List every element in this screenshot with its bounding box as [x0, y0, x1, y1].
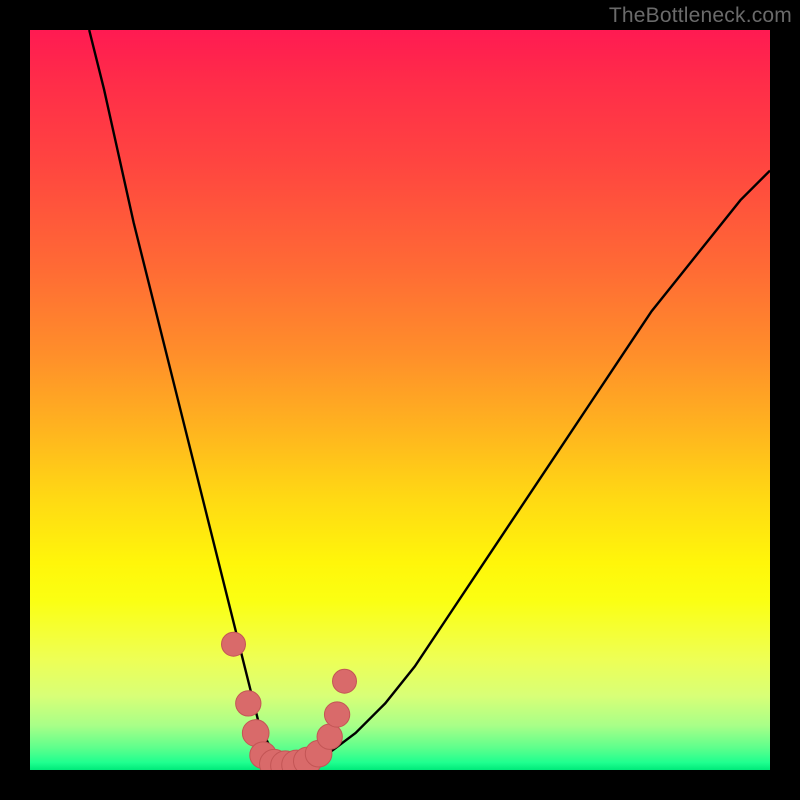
curve-svg — [30, 30, 770, 770]
curve-marker — [324, 702, 349, 727]
curve-marker — [222, 632, 246, 656]
curve-marker — [317, 724, 342, 749]
plot-area — [30, 30, 770, 770]
chart-frame: TheBottleneck.com — [0, 0, 800, 800]
watermark-text: TheBottleneck.com — [609, 4, 792, 28]
marker-group — [222, 632, 357, 770]
curve-marker — [333, 669, 357, 693]
bottleneck-curve — [89, 30, 770, 766]
curve-marker — [236, 691, 261, 716]
